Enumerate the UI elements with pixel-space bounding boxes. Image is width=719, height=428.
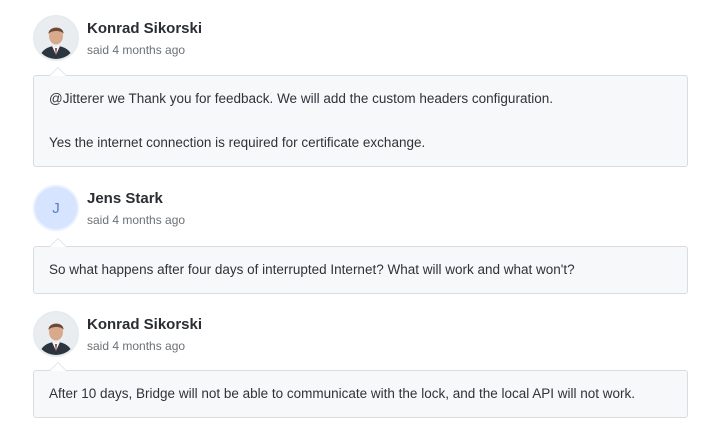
comment-body: After 10 days, Bridge will not be able t…	[33, 362, 688, 418]
user-photo-icon	[35, 313, 77, 355]
avatar-initial: J	[52, 199, 60, 217]
author-name[interactable]: Jens Stark	[87, 190, 163, 207]
user-photo-icon	[35, 17, 77, 59]
comment-timestamp: said 4 months ago	[87, 213, 186, 227]
avatar[interactable]: J	[33, 185, 79, 231]
comment-timestamp: said 4 months ago	[87, 339, 186, 353]
comment-body: @Jitterer we Thank you for feedback. We …	[33, 67, 688, 167]
comment-paragraph: So what happens after four days of inter…	[49, 262, 575, 277]
comment-timestamp: said 4 months ago	[87, 43, 186, 57]
author-name[interactable]: Konrad Sikorski	[87, 20, 202, 37]
author-name[interactable]: Konrad Sikorski	[87, 316, 202, 333]
comment-paragraph: Yes the internet connection is required …	[49, 135, 426, 150]
avatar[interactable]	[33, 311, 79, 357]
comment-paragraph: @Jitterer we Thank you for feedback. We …	[49, 91, 553, 106]
avatar[interactable]	[33, 15, 79, 61]
comment-paragraph: After 10 days, Bridge will not be able t…	[49, 386, 636, 401]
comment-body: So what happens after four days of inter…	[33, 238, 688, 294]
